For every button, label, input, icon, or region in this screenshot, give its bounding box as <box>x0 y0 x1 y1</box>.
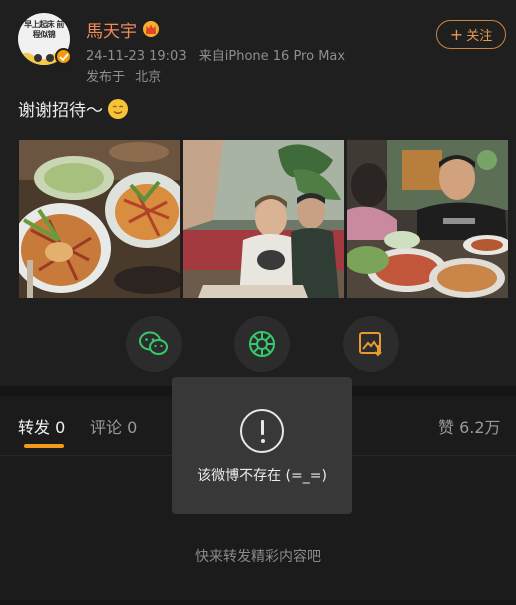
follow-button[interactable]: + 关注 <box>436 20 506 49</box>
follow-label: 关注 <box>466 29 493 44</box>
post-photo-group[interactable] <box>183 140 344 298</box>
post-location: 发布于 北京 <box>86 66 161 85</box>
location-prefix: 发布于 <box>86 70 126 85</box>
tab-comments-label: 评论 <box>90 418 123 437</box>
moments-icon <box>249 331 275 357</box>
verified-badge-icon <box>55 48 72 65</box>
tab-repost[interactable]: 转发 0 <box>18 414 65 438</box>
tab-comments-count: 0 <box>127 418 138 437</box>
tab-likes[interactable]: 赞 6.2万 <box>438 414 501 438</box>
post-photo-dinner[interactable] <box>347 140 508 298</box>
post-photo-food[interactable] <box>19 140 180 298</box>
username[interactable]: 馬天宇 <box>86 17 137 42</box>
post-source: 来自iPhone 16 Pro Max <box>198 49 346 64</box>
empty-repost-hint: 快来转发精彩内容吧 <box>195 549 321 565</box>
post-meta: 24-11-23 19:03 来自iPhone 16 Pro Max <box>86 45 353 64</box>
post-text: 谢谢招待～ <box>18 96 129 121</box>
save-image-icon <box>359 332 382 357</box>
location-value: 北京 <box>135 70 162 85</box>
avatar-text: 早上起床 前程似锦 <box>24 20 64 39</box>
tab-likes-label: 赞 <box>438 418 455 437</box>
post-text-content: 谢谢招待～ <box>18 101 103 121</box>
tab-likes-count: 6.2万 <box>459 418 501 437</box>
active-tab-indicator <box>24 444 64 448</box>
smile-emoji-icon <box>108 98 128 119</box>
toast-message: 该微博不存在 (=_=) <box>197 468 327 484</box>
error-toast: 该微博不存在 (=_=) <box>172 377 352 514</box>
wechat-icon <box>139 331 168 355</box>
share-moments-button[interactable] <box>234 316 290 372</box>
bottom-edge <box>0 600 516 605</box>
save-image-button[interactable] <box>343 316 399 372</box>
post-timestamp: 24-11-23 19:03 <box>86 49 187 64</box>
tab-repost-count: 0 <box>55 418 66 437</box>
plus-icon: + <box>449 24 464 44</box>
crown-badge-icon[interactable] <box>142 20 160 37</box>
tab-repost-label: 转发 <box>18 418 51 437</box>
exclamation-icon <box>240 409 284 453</box>
tab-comments[interactable]: 评论 0 <box>90 414 137 438</box>
share-wechat-button[interactable] <box>126 316 182 372</box>
post-card: 早上起床 前程似锦 馬天宇 24-11-23 19:03 来自iPhone 16… <box>0 0 516 386</box>
